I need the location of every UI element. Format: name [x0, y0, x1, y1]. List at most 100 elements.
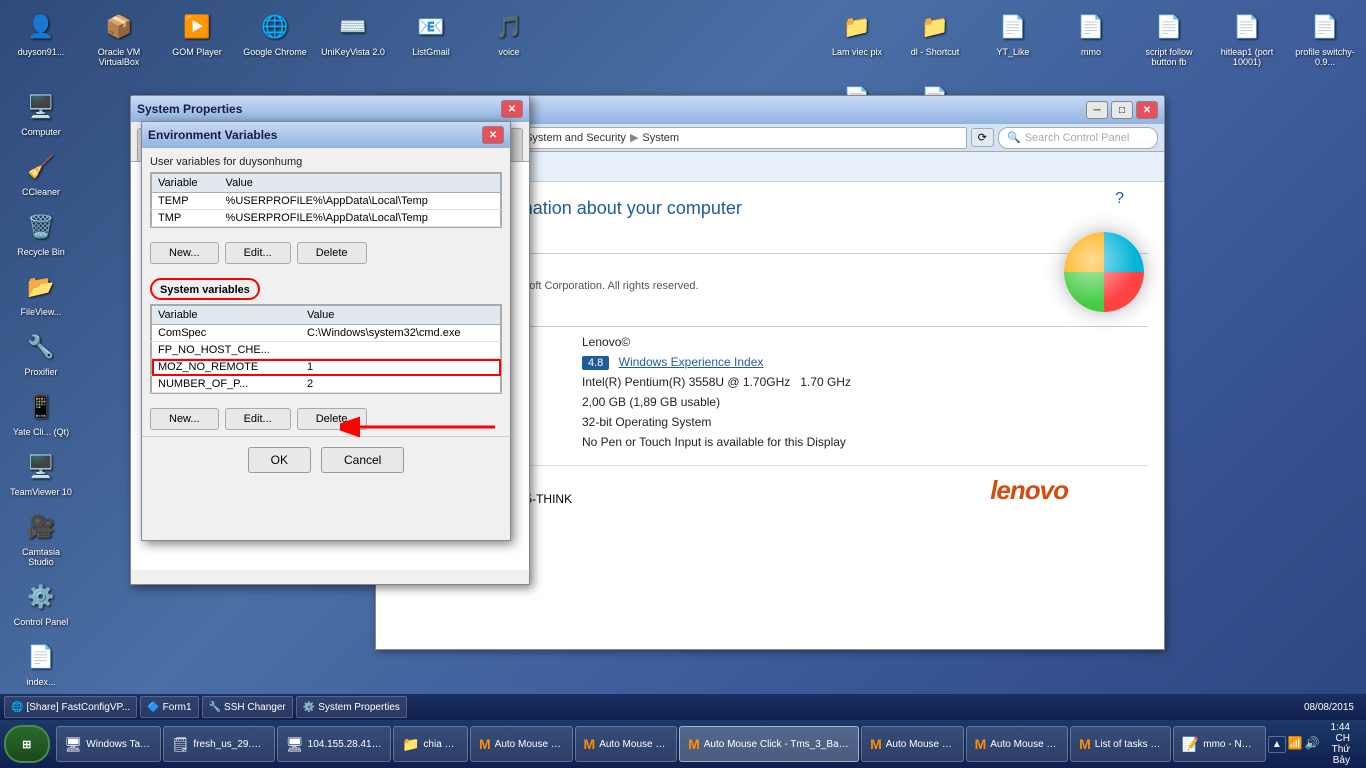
sys-delete-button[interactable]: Delete [297, 408, 367, 430]
desktop-icon-profile[interactable]: 📄 profile switchy-0.9... [1289, 5, 1361, 71]
desktop-icon-duyson91[interactable]: 👤 duyson91... [5, 5, 77, 71]
taskbar-btn-chia-se[interactable]: 📁 chia se file [393, 726, 468, 762]
taskbar-system-props[interactable]: ⚙️ System Properties [296, 696, 407, 718]
env-ok-button[interactable]: OK [248, 447, 311, 473]
taskbar-label-fresh: fresh_us_29.7.15 -... [193, 739, 265, 750]
taskbar-btn-mmo-notepad[interactable]: 📝 mmo - Notepad [1173, 726, 1266, 762]
taskbar-label-amc5: Auto Mouse Click... [990, 739, 1059, 750]
tray-chevron[interactable]: ▲ [1268, 736, 1286, 753]
taskbar-btn-fresh[interactable]: 🗒 fresh_us_29.7.15 -... [163, 726, 275, 762]
taskbar-btn-amc4[interactable]: M Auto Mouse Click... [861, 726, 964, 762]
taskbar-form1[interactable]: 🔷 Form1 [140, 696, 198, 718]
taskbar-btn-windows-task[interactable]: 🖥 Windows Task M... [56, 726, 161, 762]
desktop-icon-camtasia[interactable]: 🎥 Camtasia Studio [5, 505, 77, 571]
desktop-icon-chrome[interactable]: 🌐 Google Chrome [239, 5, 311, 71]
table-row[interactable]: ComSpec C:\Windows\system32\cmd.exe [152, 325, 501, 342]
desktop-icon-control-panel[interactable]: ⚙️ Control Panel [5, 575, 77, 631]
desktop-icon-lam-viec-pix[interactable]: 📁 Lam viec pix [821, 5, 893, 71]
close-button[interactable]: ✕ [1136, 101, 1158, 119]
desktop-icon-index[interactable]: 📄 index... [5, 635, 77, 691]
taskbar-icon-system-props: ⚙️ [303, 702, 315, 713]
desktop-icon-img: ▶️ [179, 9, 215, 45]
table-row[interactable]: FP_NO_HOST_CHE... [152, 342, 501, 359]
env-cancel-button[interactable]: Cancel [321, 447, 404, 473]
desktop-icon-computer[interactable]: 🖥️ Computer [5, 85, 77, 141]
refresh-button[interactable]: ⟳ [971, 128, 994, 147]
taskbar-icon-chia-se: 📁 [402, 736, 419, 753]
start-button[interactable]: ⊞ [4, 725, 50, 763]
search-icon: 🔍 [1007, 131, 1021, 144]
sys-vars-buttons: New... Edit... Delete [142, 402, 510, 436]
taskbar-share-fastconfig[interactable]: 🌐 [Share] FastConfigVP... [4, 696, 137, 718]
minimize-button[interactable]: ─ [1086, 101, 1108, 119]
maximize-button[interactable]: □ [1111, 101, 1133, 119]
col-variable: Variable [152, 174, 220, 193]
taskbar-btn-amc5[interactable]: M Auto Mouse Click... [966, 726, 1069, 762]
col-value: Value [220, 174, 501, 193]
window-controls: ─ □ ✕ [1086, 101, 1158, 119]
desktop-icon-voice[interactable]: 🎵 voice [473, 5, 545, 71]
sys-props-close[interactable]: ✕ [501, 100, 523, 118]
taskbar-icon-ssh-changer: 🔧 [209, 702, 221, 713]
desktop-icon-fileview[interactable]: 📂 FileView... [5, 265, 77, 321]
env-vars-dialog: Environment Variables ✕ User variables f… [141, 121, 511, 541]
user-edit-button[interactable]: Edit... [225, 242, 291, 264]
tray-datetime[interactable]: 1:44 CH Thứ Bảy [1324, 722, 1356, 766]
desktop-icon-teamviewer[interactable]: 🖥️ TeamViewer 10 [5, 445, 77, 501]
desktop-icon-recycle-bin[interactable]: 🗑️ Recycle Bin [5, 205, 77, 261]
sys-props-body: Environment Variables ✕ User variables f… [131, 162, 529, 570]
taskbar-label-chia-se: chia se file [423, 739, 459, 750]
desktop-icon-dl[interactable]: 📁 dl - Shortcut [899, 5, 971, 71]
env-dialog-footer: OK Cancel [142, 436, 510, 483]
sys-edit-button[interactable]: Edit... [225, 408, 291, 430]
tray-icons: ▲ 📶 🔊 [1268, 736, 1320, 753]
desktop: 👤 duyson91... 📦 Oracle VM VirtualBox ▶️ … [0, 0, 1366, 720]
desktop-icon-proxifier[interactable]: 🔧 Proxifier [5, 325, 77, 381]
system-tray: ▲ 📶 🔊 1:44 CH Thứ Bảy [1268, 722, 1362, 766]
desktop-icon-hitleap1[interactable]: 📄 hitleap1 (port 10001) [1211, 5, 1283, 71]
search-box[interactable]: 🔍 Search Control Panel [998, 127, 1158, 149]
taskbar: ⊞ 🖥 Windows Task M... 🗒 fresh_us_29.7.15… [0, 720, 1366, 768]
taskbar-label-ssh-changer: SSH Changer [224, 702, 286, 713]
sys-new-button[interactable]: New... [150, 408, 219, 430]
desktop-icon-oracle[interactable]: 📦 Oracle VM VirtualBox [83, 5, 155, 71]
table-row[interactable]: TMP %USERPROFILE%\AppData\Local\Temp [152, 210, 501, 227]
tray-day-text: Thứ Bảy [1330, 744, 1350, 766]
desktop-icon-listgmail[interactable]: 📧 ListGmail [395, 5, 467, 71]
sys-props-controls: ✕ [501, 100, 523, 118]
desktop-icon-yt-like[interactable]: 📄 YT_Like [977, 5, 1049, 71]
user-delete-button[interactable]: Delete [297, 242, 367, 264]
help-icon[interactable]: ? [1115, 190, 1124, 208]
highlighted-env-row[interactable]: MOZ_NO_REMOTE 1 [152, 359, 501, 376]
desktop-icon-ccleaner[interactable]: 🧹 CCleaner [5, 145, 77, 201]
taskbar-ssh-changer[interactable]: 🔧 SSH Changer [202, 696, 293, 718]
taskbar-label-system-props: System Properties [318, 702, 400, 713]
taskbar-btn-amc3[interactable]: M Auto Mouse Click - Tms_3_Back to accou… [679, 726, 859, 762]
sys-col-variable: Variable [152, 306, 302, 325]
sys-vars-table-container[interactable]: Variable Value ComSpec C:\Windows\system… [150, 304, 502, 394]
taskbar-label-amc3: Auto Mouse Click - Tms_3_Back to account [704, 739, 850, 750]
taskbar-btn-list-tasks[interactable]: M List of tasks - Mo... [1070, 726, 1171, 762]
taskbar-icon-amc4: M [870, 736, 882, 752]
taskbar-btn-amc1[interactable]: M Auto Mouse Click... [470, 726, 573, 762]
desktop-icon-script[interactable]: 📄 script follow button fb [1133, 5, 1205, 71]
desktop-icon-mmo[interactable]: 📄 mmo [1055, 5, 1127, 71]
desktop-icon-unikey[interactable]: ⌨️ UniKeyVista 2.0 [317, 5, 389, 71]
env-close-btn[interactable]: ✕ [482, 126, 504, 144]
desktop-icon-gom[interactable]: ▶️ GOM Player [161, 5, 233, 71]
table-row[interactable]: TEMP %USERPROFILE%\AppData\Local\Temp [152, 193, 501, 210]
sys-vars-table: Variable Value ComSpec C:\Windows\system… [151, 305, 501, 393]
desktop-icon-img: 👤 [23, 9, 59, 45]
user-vars-section: User variables for duysonhumg Variable V… [142, 148, 510, 236]
taskbar-btn-amc2[interactable]: M Auto Mouse Click... [575, 726, 678, 762]
table-row[interactable]: NUMBER_OF_P... 2 [152, 376, 501, 393]
taskbar-icon-form1: 🔷 [147, 702, 159, 713]
lenovo-logo: lenovo [990, 475, 1068, 506]
user-new-button[interactable]: New... [150, 242, 219, 264]
taskbar-btn-remote[interactable]: 🖥 104.155.28.41 - Re... [277, 726, 391, 762]
desktop-icon-yate[interactable]: 📱 Yate Cli... (Qt) [5, 385, 77, 441]
taskbar-icon-amc1: M [479, 736, 491, 752]
taskbar-icon-list-tasks: M [1079, 736, 1091, 752]
wex-link[interactable]: Windows Experience Index [619, 355, 764, 369]
user-vars-table-container[interactable]: Variable Value TEMP %USERPROFILE%\AppDat… [150, 172, 502, 228]
